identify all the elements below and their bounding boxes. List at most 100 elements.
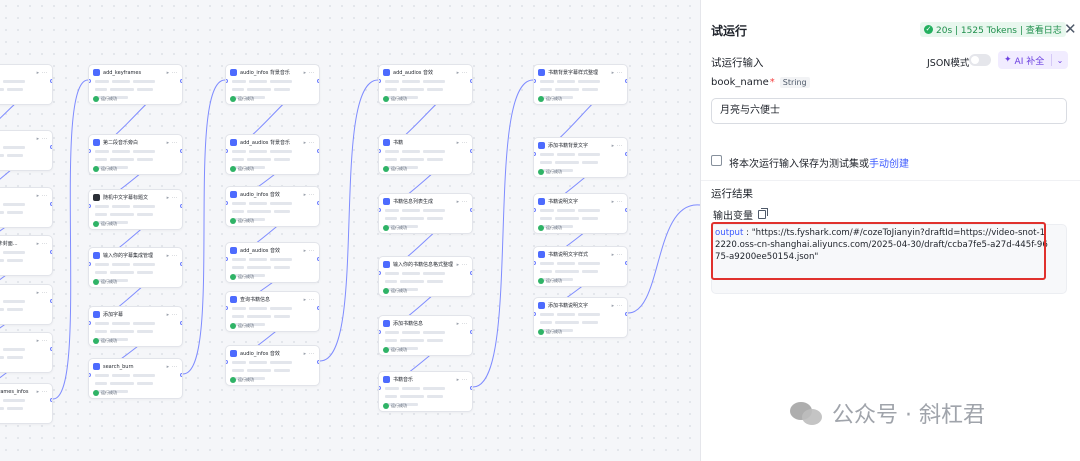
node-menu-icon[interactable]: ▸ ··· <box>304 297 315 303</box>
output-port[interactable] <box>470 330 472 334</box>
output-port[interactable] <box>50 79 52 83</box>
copy-icon[interactable] <box>758 208 768 219</box>
workflow-node[interactable]: ...添加keyframes_infos▸ ···运行成功 <box>0 383 53 424</box>
node-menu-icon[interactable]: ▸ ··· <box>457 199 468 205</box>
workflow-node[interactable]: search_burn ▸ ··· 运行成功 <box>88 358 183 399</box>
node-menu-icon[interactable]: ▸ ··· <box>457 70 468 76</box>
workflow-node[interactable]: ▸ ···运行成功 <box>0 130 53 171</box>
output-port[interactable] <box>50 250 52 254</box>
output-port[interactable] <box>625 79 627 83</box>
input-port[interactable] <box>379 330 381 334</box>
input-port[interactable] <box>89 79 91 83</box>
output-port[interactable] <box>470 208 472 212</box>
workflow-node[interactable]: add_audios 背景音乐 ▸ ··· 运行成功 <box>225 134 320 175</box>
workflow-node[interactable]: 随机中文字幕标题文 ▸ ··· 运行成功 <box>88 189 183 230</box>
output-port[interactable] <box>180 149 182 153</box>
output-port[interactable] <box>625 261 627 265</box>
input-port[interactable] <box>379 149 381 153</box>
output-port[interactable] <box>625 312 627 316</box>
output-port[interactable] <box>50 299 52 303</box>
workflow-canvas[interactable]: ...编辑▸ ···运行成功▸ ···运行成功...卡封面▸ ···运行成功..… <box>0 0 700 461</box>
workflow-node[interactable]: 书籍背景字幕样式整理 ▸ ··· 运行成功 <box>533 64 628 105</box>
workflow-node[interactable]: 第二段音乐旁白 ▸ ··· 运行成功 <box>88 134 183 175</box>
node-menu-icon[interactable]: ▸ ··· <box>37 70 48 76</box>
workflow-node[interactable]: audio_infos 音效 ▸ ··· 运行成功 <box>225 186 320 227</box>
manual-create-link[interactable]: 手动创建 <box>869 159 909 170</box>
chevron-down-icon[interactable]: ⌄ <box>1052 56 1068 65</box>
workflow-node[interactable]: audio_infos 音效 ▸ ··· 运行成功 <box>225 345 320 386</box>
output-port[interactable] <box>180 321 182 325</box>
node-menu-icon[interactable]: ▸ ··· <box>37 193 48 199</box>
node-menu-icon[interactable]: ▸ ··· <box>167 312 178 318</box>
input-port[interactable] <box>226 201 228 205</box>
input-port[interactable] <box>534 79 536 83</box>
input-port[interactable] <box>89 262 91 266</box>
node-menu-icon[interactable]: ▸ ··· <box>167 70 178 76</box>
output-port[interactable] <box>470 271 472 275</box>
output-port[interactable] <box>180 204 182 208</box>
run-status-badge[interactable]: ✓ 20s | 1525 Tokens | 查看日志 <box>920 22 1066 37</box>
input-port[interactable] <box>226 360 228 364</box>
output-port[interactable] <box>180 79 182 83</box>
node-menu-icon[interactable]: ▸ ··· <box>37 241 48 247</box>
output-port[interactable] <box>50 398 52 402</box>
workflow-node[interactable]: 书籍说明文字样式 ▸ ··· 运行成功 <box>533 246 628 287</box>
node-menu-icon[interactable]: ▸ ··· <box>37 290 48 296</box>
node-menu-icon[interactable]: ▸ ··· <box>612 199 623 205</box>
workflow-node[interactable]: 添加书籍背景文字 ▸ ··· 运行成功 <box>533 137 628 178</box>
input-port[interactable] <box>89 149 91 153</box>
workflow-node[interactable]: ...图片▸ ···运行成功 <box>0 332 53 373</box>
workflow-node[interactable]: 书籍信息列表生成 ▸ ··· 运行成功 <box>378 193 473 234</box>
output-port[interactable] <box>317 360 319 364</box>
node-menu-icon[interactable]: ▸ ··· <box>304 248 315 254</box>
workflow-node[interactable]: add_audios 音效 ▸ ··· 运行成功 <box>225 242 320 283</box>
ai-complete-button[interactable]: ✦ AI 补全 ⌄ <box>998 51 1068 69</box>
workflow-node[interactable]: 添加字幕 ▸ ··· 运行成功 <box>88 306 183 347</box>
workflow-node[interactable]: 输入你的书籍信息格式整理 ▸ ··· 运行成功 <box>378 256 473 297</box>
input-port[interactable] <box>89 204 91 208</box>
node-menu-icon[interactable]: ▸ ··· <box>304 192 315 198</box>
node-menu-icon[interactable]: ▸ ··· <box>612 303 623 309</box>
node-menu-icon[interactable]: ▸ ··· <box>37 136 48 142</box>
input-port[interactable] <box>534 152 536 156</box>
input-port[interactable] <box>534 208 536 212</box>
workflow-node[interactable]: 添加书籍信息 ▸ ··· 运行成功 <box>378 315 473 356</box>
node-menu-icon[interactable]: ▸ ··· <box>457 377 468 383</box>
workflow-node[interactable]: ...卡封面▸ ···运行成功 <box>0 187 53 228</box>
workflow-node[interactable]: 输入你的字幕集成管理 ▸ ··· 运行成功 <box>88 247 183 288</box>
output-port[interactable] <box>470 386 472 390</box>
input-port[interactable] <box>226 306 228 310</box>
node-menu-icon[interactable]: ▸ ··· <box>37 389 48 395</box>
input-port[interactable] <box>379 386 381 390</box>
node-menu-icon[interactable]: ▸ ··· <box>457 140 468 146</box>
workflow-node[interactable]: add_audios 音效 ▸ ··· 运行成功 <box>378 64 473 105</box>
input-port[interactable] <box>379 208 381 212</box>
node-menu-icon[interactable]: ▸ ··· <box>167 195 178 201</box>
workflow-node[interactable]: ...图片▸ ···运行成功 <box>0 284 53 325</box>
workflow-node[interactable]: 添加书籍说明文字 ▸ ··· 运行成功 <box>533 297 628 338</box>
input-port[interactable] <box>534 312 536 316</box>
output-port[interactable] <box>625 208 627 212</box>
node-menu-icon[interactable]: ▸ ··· <box>457 262 468 268</box>
input-port[interactable] <box>379 79 381 83</box>
input-port[interactable] <box>226 149 228 153</box>
workflow-node[interactable]: 书籍 ▸ ··· 运行成功 <box>378 134 473 175</box>
save-testset-checkbox[interactable] <box>711 155 722 166</box>
output-port[interactable] <box>50 347 52 351</box>
node-menu-icon[interactable]: ▸ ··· <box>612 70 623 76</box>
output-port[interactable] <box>317 306 319 310</box>
input-port[interactable] <box>89 373 91 377</box>
output-port[interactable] <box>470 149 472 153</box>
node-menu-icon[interactable]: ▸ ··· <box>304 70 315 76</box>
input-port[interactable] <box>534 261 536 265</box>
input-port[interactable] <box>226 257 228 261</box>
output-port[interactable] <box>50 145 52 149</box>
output-port[interactable] <box>50 202 52 206</box>
node-menu-icon[interactable]: ▸ ··· <box>612 143 623 149</box>
book-name-input[interactable]: 月亮与六便士 <box>711 98 1067 124</box>
output-port[interactable] <box>180 262 182 266</box>
workflow-node[interactable]: audio_infos 背景音乐 ▸ ··· 运行成功 <box>225 64 320 105</box>
output-port[interactable] <box>180 373 182 377</box>
node-menu-icon[interactable]: ▸ ··· <box>167 364 178 370</box>
node-menu-icon[interactable]: ▸ ··· <box>612 252 623 258</box>
